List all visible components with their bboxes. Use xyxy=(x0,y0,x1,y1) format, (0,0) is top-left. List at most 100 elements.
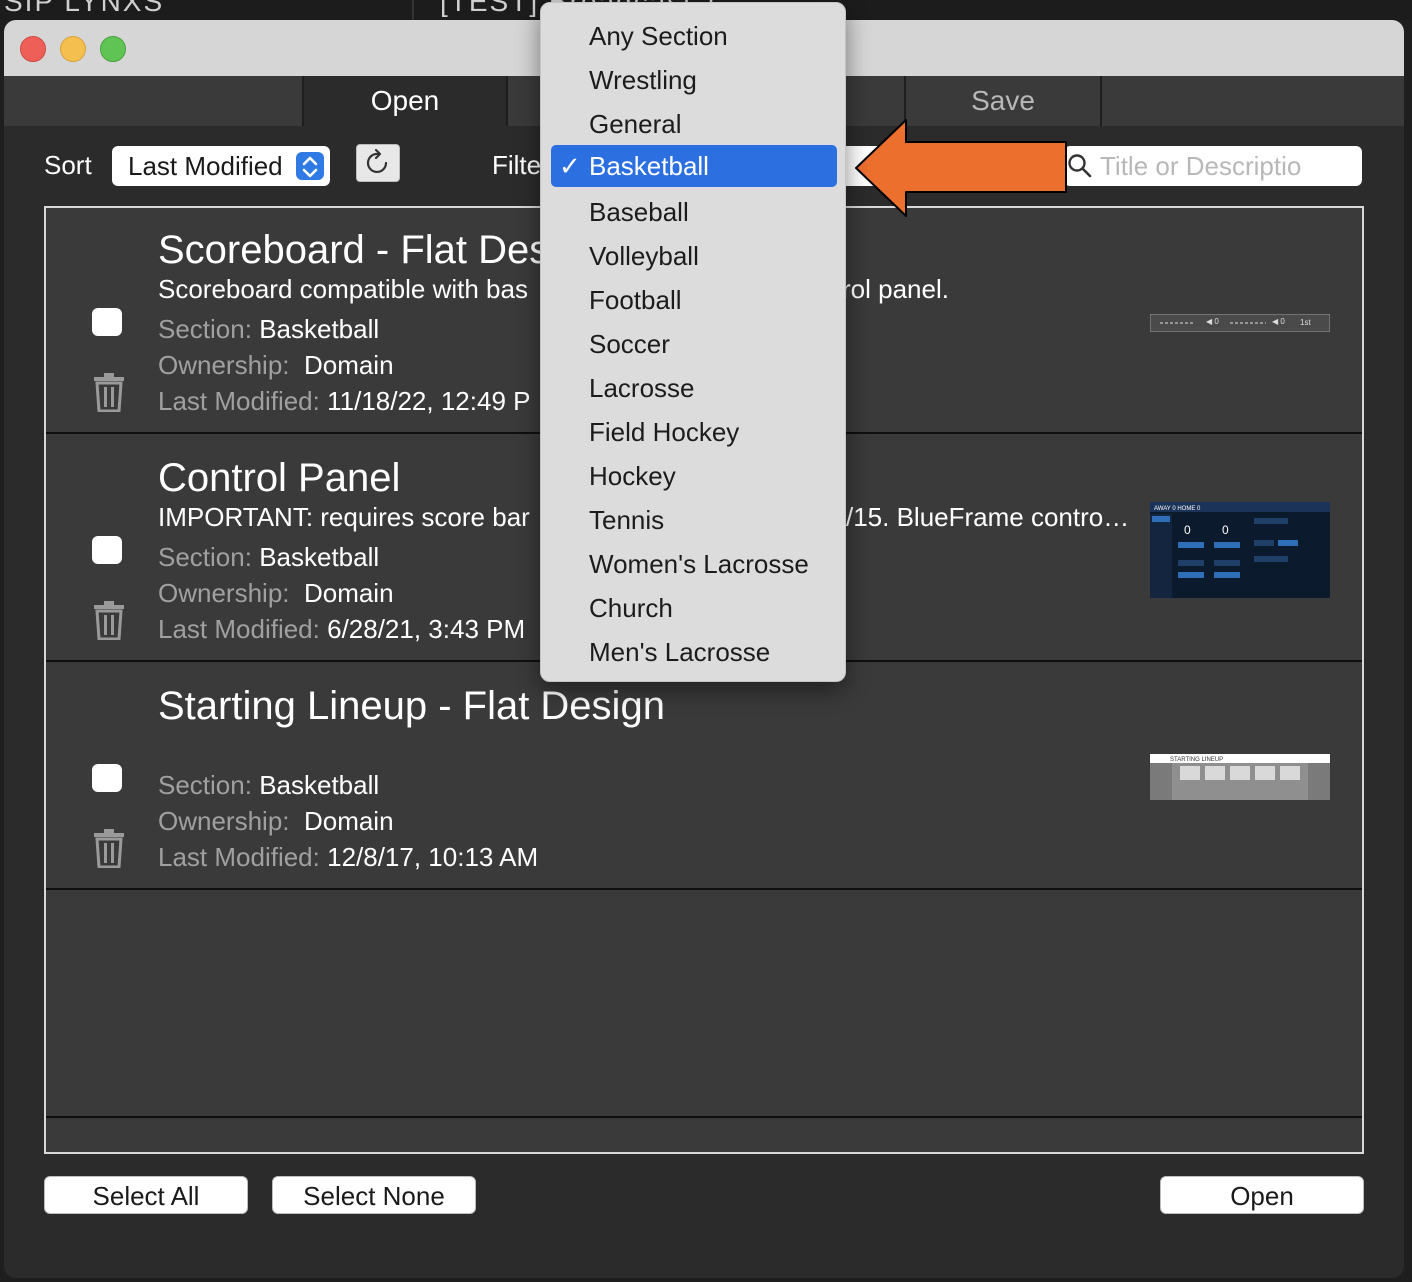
menu-item-mens-lacrosse[interactable]: Men's Lacrosse xyxy=(551,631,837,673)
template-ownership: Ownership: Domain xyxy=(158,350,394,381)
menu-item-label: Men's Lacrosse xyxy=(589,637,771,667)
template-ownership: Ownership: Domain xyxy=(158,806,394,837)
scoreboard-thumbnail: ◀ 0 ◀ 0 1st xyxy=(1150,314,1330,332)
sort-select[interactable]: Last Modified xyxy=(112,146,330,186)
section-label: Section: xyxy=(158,314,252,344)
trash-icon[interactable] xyxy=(92,372,126,412)
section-value: Basketball xyxy=(259,770,380,800)
modified-label: Last Modified: xyxy=(158,386,320,416)
starting-lineup-thumbnail: STARTING LINEUP xyxy=(1150,754,1330,800)
template-description-tail: rol panel. xyxy=(842,274,949,304)
ownership-label: Ownership: xyxy=(158,578,290,608)
ownership-value: Domain xyxy=(303,806,394,836)
menu-item-label: General xyxy=(589,109,682,139)
menu-item-football[interactable]: Football xyxy=(551,279,837,321)
menu-item-any-section[interactable]: Any Section xyxy=(551,15,837,57)
trash-icon[interactable] xyxy=(92,600,126,640)
template-title: Starting Lineup - Flat Design xyxy=(158,684,665,728)
menu-item-label: Any Section xyxy=(589,21,728,51)
background-app-title: SIP LYNXS xyxy=(4,0,165,17)
thumbnail-period-text: 1st xyxy=(1300,318,1311,327)
search-field[interactable] xyxy=(1064,146,1362,186)
svg-text:0: 0 xyxy=(1184,523,1191,537)
sort-label: Sort xyxy=(44,150,92,180)
row-checkbox[interactable] xyxy=(92,536,122,564)
refresh-button[interactable] xyxy=(356,144,400,182)
menu-item-tennis[interactable]: Tennis xyxy=(551,499,837,541)
menu-item-label: Wrestling xyxy=(589,65,697,95)
control-panel-thumbnail: AWAY 0 HOME 0 0 0 xyxy=(1150,502,1330,598)
tab-open[interactable]: Open xyxy=(304,76,508,126)
minimize-window-button[interactable] xyxy=(60,36,86,62)
template-section: Section: Basketball xyxy=(158,314,379,345)
menu-item-label: Volleyball xyxy=(589,241,699,271)
section-label: Section: xyxy=(158,770,252,800)
template-description: Scoreboard compatible with bas xyxy=(158,274,528,304)
modified-value: 6/28/21, 3:43 PM xyxy=(327,614,526,644)
sort-value: Last Modified xyxy=(128,151,283,181)
menu-item-general[interactable]: General xyxy=(551,103,837,145)
section-value: Basketball xyxy=(259,542,380,572)
menu-item-label: Baseball xyxy=(589,197,689,227)
template-ownership: Ownership: Domain xyxy=(158,578,394,609)
orange-arrow-annotation xyxy=(855,119,1067,217)
template-description-tail: /15. BlueFrame contro… xyxy=(846,502,1130,532)
menu-item-field-hockey[interactable]: Field Hockey xyxy=(551,411,837,453)
row-checkbox[interactable] xyxy=(92,764,122,792)
ownership-value: Domain xyxy=(303,350,394,380)
template-description: IMPORTANT: requires score bar xyxy=(158,502,530,532)
modified-label: Last Modified: xyxy=(158,614,320,644)
template-modified: Last Modified: 11/18/22, 12:49 P xyxy=(158,386,530,417)
menu-item-church[interactable]: Church xyxy=(551,587,837,629)
menu-item-volleyball[interactable]: Volleyball xyxy=(551,235,837,277)
template-modified: Last Modified: 12/8/17, 10:13 AM xyxy=(158,842,538,873)
section-label: Section: xyxy=(158,542,252,572)
zoom-window-button[interactable] xyxy=(100,36,126,62)
menu-item-label: Lacrosse xyxy=(589,373,695,403)
ownership-label: Ownership: xyxy=(158,350,290,380)
menu-item-label: Women's Lacrosse xyxy=(589,549,809,579)
menu-item-label: Football xyxy=(589,285,682,315)
template-section: Section: Basketball xyxy=(158,770,379,801)
menu-item-hockey[interactable]: Hockey xyxy=(551,455,837,497)
checkmark-icon: ✓ xyxy=(559,151,581,181)
menu-item-wrestling[interactable]: Wrestling xyxy=(551,59,837,101)
row-checkbox[interactable] xyxy=(92,308,122,336)
trash-icon[interactable] xyxy=(92,828,126,868)
modified-value: 11/18/22, 12:49 P xyxy=(327,386,531,416)
menu-item-label: Tennis xyxy=(589,505,665,535)
svg-text:◀ 0: ◀ 0 xyxy=(1206,317,1219,326)
menu-item-womens-lacrosse[interactable]: Women's Lacrosse xyxy=(551,543,837,585)
menu-item-lacrosse[interactable]: Lacrosse xyxy=(551,367,837,409)
menu-item-label: Basketball xyxy=(589,151,709,181)
up-down-chevron-icon xyxy=(296,152,324,180)
template-modified: Last Modified: 6/28/21, 3:43 PM xyxy=(158,614,525,645)
svg-text:◀ 0: ◀ 0 xyxy=(1272,317,1285,326)
modified-label: Last Modified: xyxy=(158,842,320,872)
menu-item-basketball[interactable]: ✓ Basketball xyxy=(551,145,837,187)
menu-item-label: Hockey xyxy=(589,461,676,491)
select-all-button[interactable]: Select All xyxy=(44,1176,248,1214)
thumbnail-title-text: STARTING LINEUP xyxy=(1170,757,1223,763)
refresh-icon xyxy=(366,148,388,174)
close-window-button[interactable] xyxy=(20,36,46,62)
menu-item-label: Church xyxy=(589,593,673,623)
tab-spacer-left xyxy=(4,76,304,126)
list-divider xyxy=(46,1116,1362,1118)
background-divider xyxy=(412,0,414,20)
thumbnail-header-text: AWAY 0 HOME 0 xyxy=(1154,506,1201,512)
template-title: Control Panel xyxy=(158,456,401,500)
modified-value: 12/8/17, 10:13 AM xyxy=(327,842,539,872)
menu-item-label: Soccer xyxy=(589,329,670,359)
menu-item-baseball[interactable]: Baseball xyxy=(551,191,837,233)
svg-text:0: 0 xyxy=(1222,523,1229,537)
ownership-label: Ownership: xyxy=(158,806,290,836)
template-title: Scoreboard - Flat Design xyxy=(158,228,603,272)
template-row[interactable]: Starting Lineup - Flat Design Section: B… xyxy=(46,664,1362,890)
menu-item-soccer[interactable]: Soccer xyxy=(551,323,837,365)
search-input[interactable] xyxy=(1100,146,1350,186)
open-button[interactable]: Open xyxy=(1160,1176,1364,1214)
section-value: Basketball xyxy=(259,314,380,344)
select-none-button[interactable]: Select None xyxy=(272,1176,476,1214)
template-section: Section: Basketball xyxy=(158,542,379,573)
